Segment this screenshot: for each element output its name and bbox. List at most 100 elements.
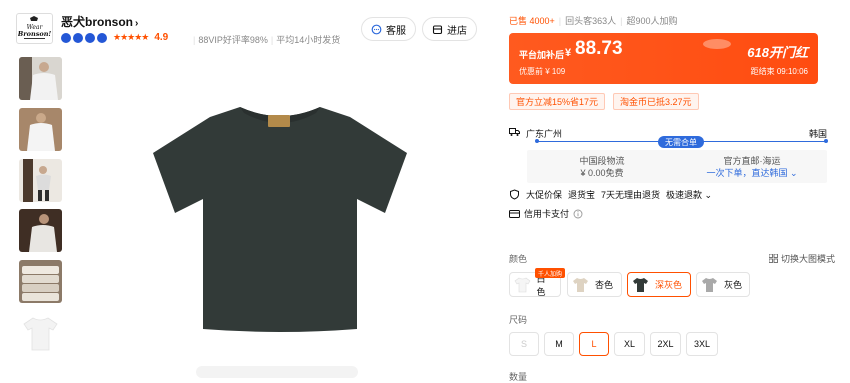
color-option-apricot[interactable]: 杏色 (567, 272, 622, 297)
switch-big-view-button[interactable]: 切换大图模式 (768, 252, 836, 265)
vip-rate: 88VIP好评率98% (198, 35, 268, 45)
size-option-l[interactable]: L (579, 332, 609, 356)
international-logistics-title: 官方直邮·海运 (723, 156, 781, 166)
guarantee-item: 大促价保 (526, 190, 563, 200)
size-option-m[interactable]: M (544, 332, 574, 356)
hot-tag: 千人加购 (535, 268, 566, 278)
badge-icon (97, 32, 107, 43)
sold-count: 已售 4000+ (509, 16, 555, 26)
promo-title: 618开门红 (747, 45, 808, 60)
coupon-text: 淘金币已抵3.27元 (620, 97, 692, 107)
color-label: 颜色 (509, 254, 528, 264)
coupon-text: 官方立减15%省17元 (516, 97, 599, 107)
badge-icon (61, 32, 71, 43)
thumbnail-5[interactable] (19, 260, 62, 303)
folded-shirts-photo-icon (19, 260, 62, 303)
color-option-gray[interactable]: 灰色 (696, 272, 750, 297)
svg-text:Bronson!: Bronson! (18, 30, 51, 38)
size-label: 尺码 (509, 315, 528, 325)
size-option-3xl[interactable]: 3XL (686, 332, 718, 356)
thumbnail-4[interactable] (19, 209, 62, 252)
credit-card-label: 信用卡支付 (524, 209, 570, 219)
shop-name: 恶犬bronson (61, 15, 133, 29)
sales-stats: 已售 4000+ | 回头客363人 | 超900人加购 (509, 14, 678, 27)
currency-symbol: ¥ (565, 47, 572, 59)
color-option-label: 深灰色 (655, 280, 683, 290)
coupon-tag[interactable]: 淘金币已抵3.27元 (613, 93, 699, 110)
model-photo-icon (19, 108, 62, 151)
route-start-dot (535, 139, 539, 143)
original-price: 优惠前 ¥ 109 (519, 67, 566, 76)
color-swatch (700, 275, 719, 294)
shipping-details: 中国段物流 ¥ 0.00免费 官方直邮·海运 一次下单，直达韩国 ⌄ (527, 150, 827, 183)
route-end-dot (824, 139, 828, 143)
color-swatch (631, 275, 650, 294)
star-rating-icons: ★★★★★ (113, 32, 149, 42)
international-logistics-link[interactable]: 一次下单，直达韩国 ⌄ (677, 167, 827, 179)
domestic-logistics: 中国段物流 ¥ 0.00免费 (527, 155, 677, 179)
shop-badges: ★★★★★ 4.9 (61, 32, 168, 43)
white-shirt-swatch-icon (514, 277, 531, 293)
no-merge-badge: 无需合单 (658, 136, 704, 148)
customer-service-label: 客服 (386, 25, 406, 37)
coupon-tag[interactable]: 官方立减15%省17元 (509, 93, 606, 110)
grid-icon (768, 253, 778, 263)
color-option-label: 杏色 (595, 280, 614, 290)
apricot-shirt-swatch-icon (573, 278, 588, 292)
model-photo-icon (19, 57, 62, 100)
tshirt-image (153, 107, 407, 332)
thumbnail-3[interactable] (19, 159, 62, 202)
guarantee-item: 极速退款 ⌄ (666, 190, 713, 200)
price-value: 88.73 (575, 38, 623, 59)
truck-icon (509, 128, 520, 136)
shop-meta: | 88VIP好评率98% | 平均14小时发货 (190, 33, 340, 46)
size-option-xl[interactable]: XL (614, 332, 645, 356)
repeat-buyers: 回头客363人 (565, 16, 617, 26)
domestic-logistics-fee: ¥ 0.00免费 (580, 168, 624, 178)
color-option-label: 灰色 (724, 280, 743, 290)
shop-name-link[interactable]: 恶犬bronson › (61, 13, 138, 30)
size-option-s[interactable]: S (509, 332, 539, 356)
image-scroll-indicator[interactable] (196, 366, 358, 378)
guarantees-row[interactable]: 大促价保 退货宝 7天无理由退货 极速退款 ⌄ (509, 188, 712, 201)
store-icon (432, 24, 443, 34)
guarantee-item: 7天无理由退货 (601, 190, 661, 200)
model-photo-icon (19, 159, 62, 202)
credit-card-row[interactable]: 信用卡支付 (509, 207, 583, 220)
divider: | (558, 16, 562, 26)
thumbnail-2[interactable] (19, 108, 62, 151)
model-photo-icon (19, 209, 62, 252)
enter-shop-label: 进店 (447, 25, 467, 37)
color-swatch (513, 275, 531, 294)
divider: | (193, 35, 196, 45)
divider: | (620, 16, 623, 26)
customer-service-button[interactable]: 客服 (361, 17, 416, 41)
divider: | (270, 35, 274, 45)
ship-from: 广东广州 (526, 129, 563, 139)
white-shirt-photo-icon (19, 311, 62, 354)
price-banner: 平台加补后 ¥ 88.73 优惠前 ¥ 109 618开门红 距结束 09:10… (509, 33, 818, 84)
badge-icon (73, 32, 83, 43)
thumbnail-1[interactable] (19, 57, 62, 100)
info-icon[interactable] (573, 209, 583, 219)
gray-shirt-swatch-icon (702, 278, 717, 292)
chat-icon (371, 24, 382, 34)
blur-decoration-icon (703, 39, 731, 49)
ship-to: 韩国 (808, 129, 827, 139)
quantity-label: 数量 (509, 372, 528, 382)
credit-card-icon (509, 209, 520, 218)
shop-logo[interactable]: Wear Bronson! (16, 13, 53, 44)
enter-shop-button[interactable]: 进店 (422, 17, 477, 41)
thumbnail-6[interactable] (19, 311, 62, 354)
main-product-image[interactable] (80, 60, 480, 370)
domestic-logistics-title: 中国段物流 (579, 156, 625, 166)
shop-logo-icon: Wear Bronson! (18, 15, 51, 42)
price-label: 平台加补后 (519, 50, 565, 60)
switch-big-view-label: 切换大图模式 (781, 254, 836, 264)
color-option-dark-gray[interactable]: 深灰色 (627, 272, 691, 297)
guarantee-item: 退货宝 (568, 190, 596, 200)
badge-icon (85, 32, 95, 43)
size-option-2xl[interactable]: 2XL (650, 332, 681, 356)
ship-time: 平均14小时发货 (276, 35, 341, 45)
shop-rating: 4.9 (154, 32, 169, 43)
